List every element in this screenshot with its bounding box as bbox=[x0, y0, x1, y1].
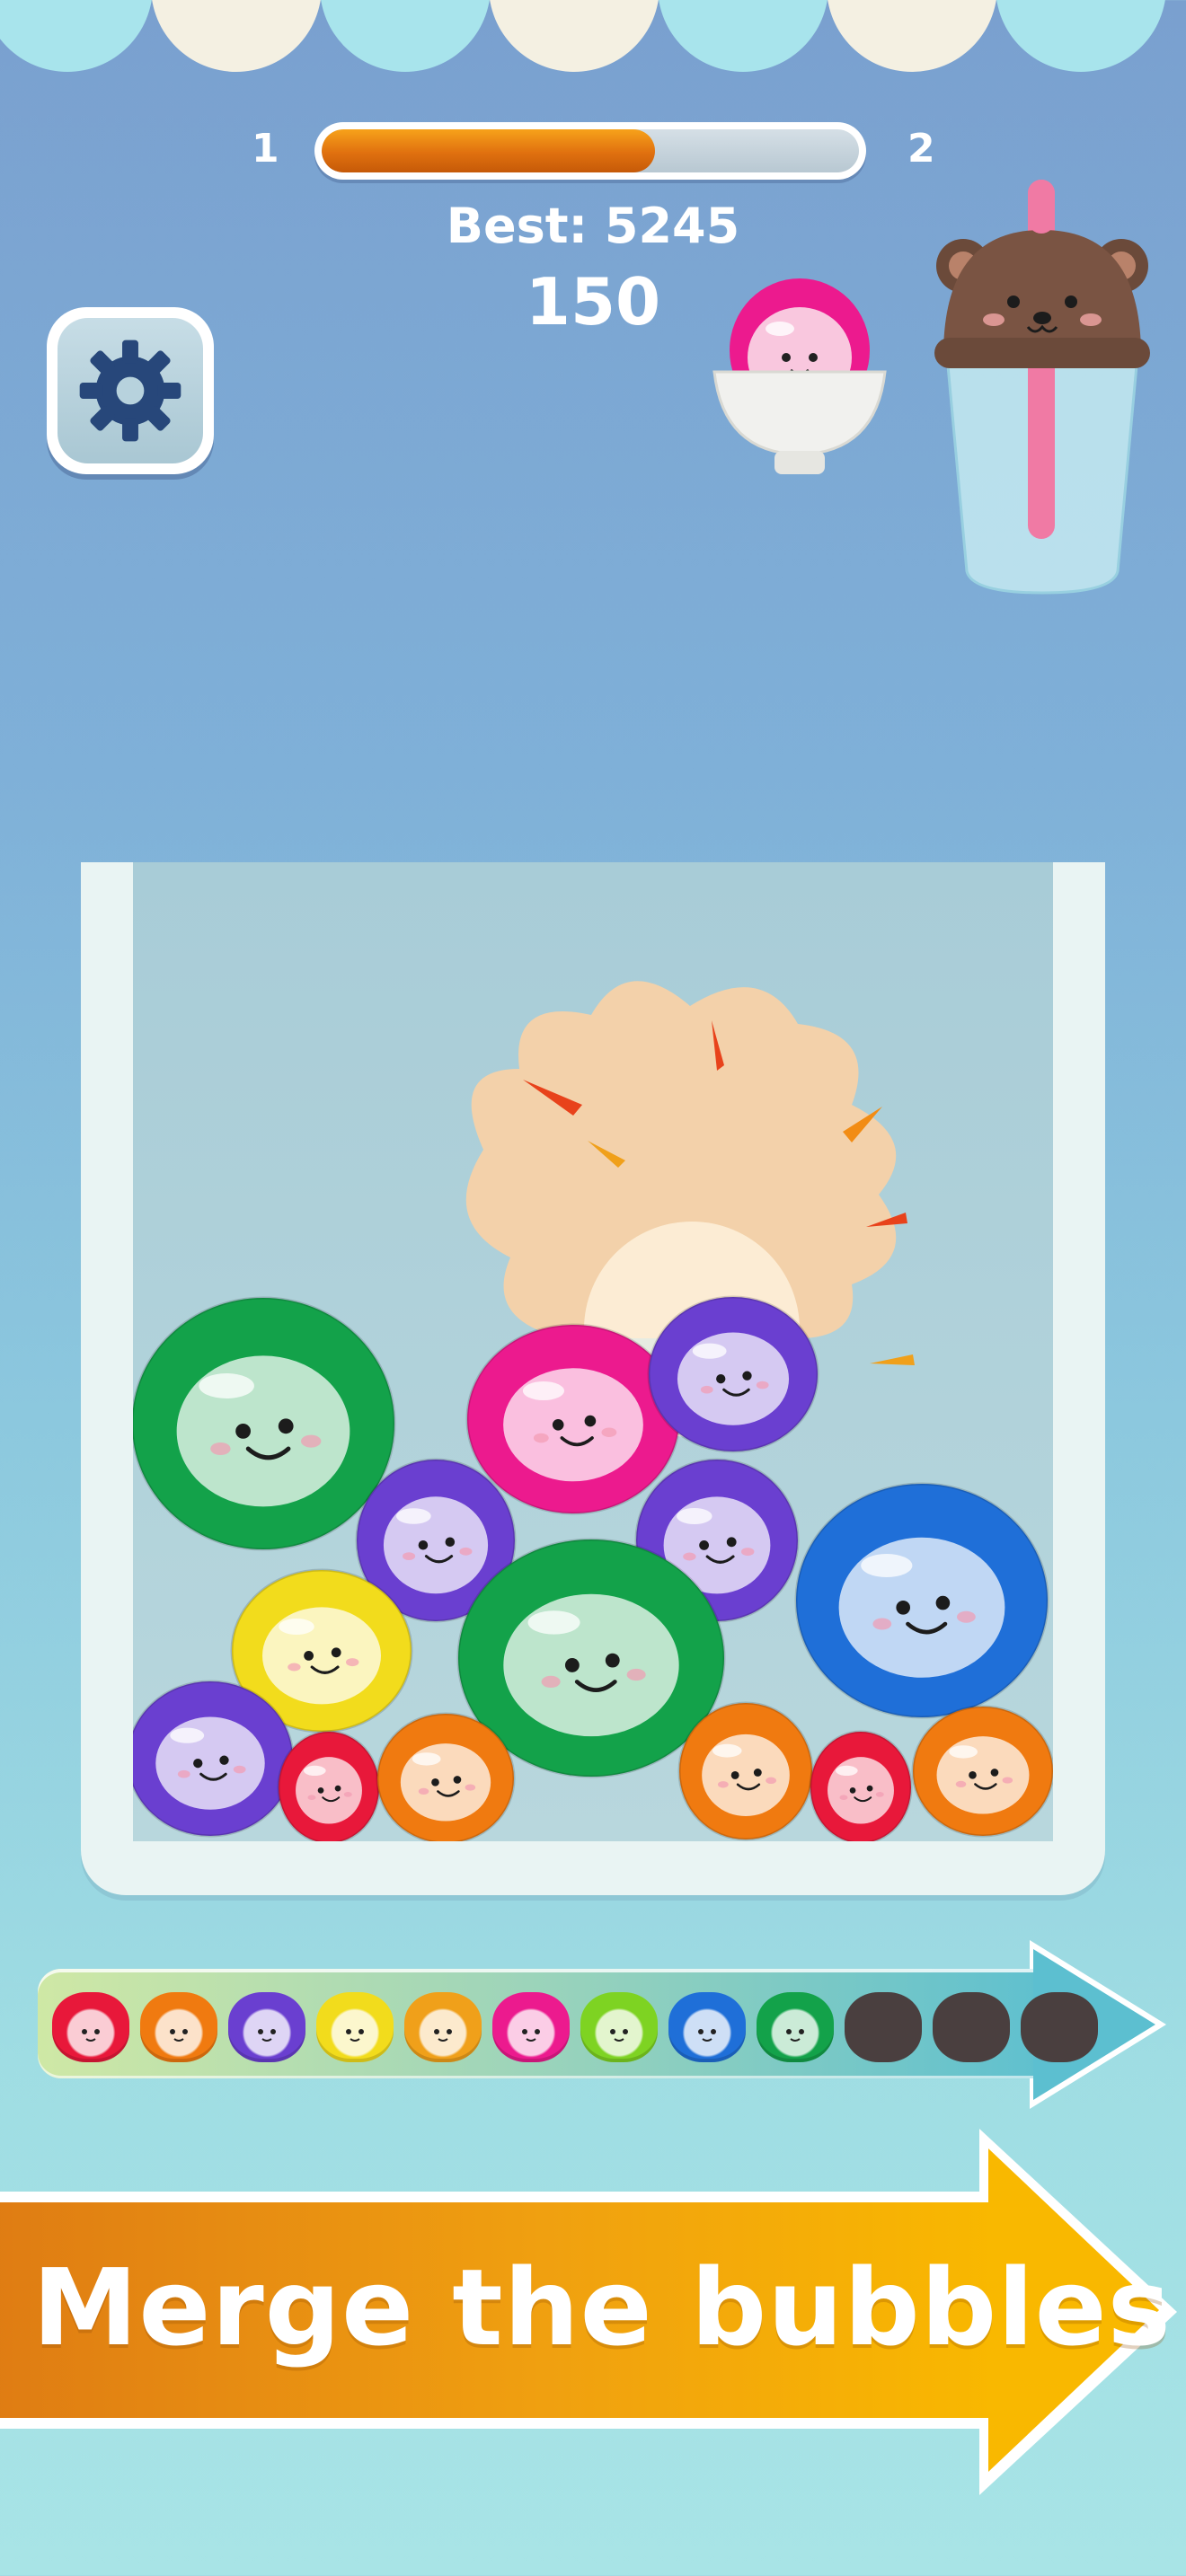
orange-bubble bbox=[911, 1705, 1053, 1838]
play-area-canvas bbox=[133, 981, 1053, 1841]
bubble-slot-yellow bbox=[316, 1992, 394, 2062]
bubble-slot-lime bbox=[580, 1992, 658, 2062]
blue-bubble bbox=[794, 1482, 1049, 1719]
current-level-label: 1 bbox=[252, 126, 279, 172]
banner-title: Merge the bubbles! bbox=[32, 2245, 1186, 2369]
level-progress-fill bbox=[322, 129, 655, 172]
play-area[interactable] bbox=[133, 862, 1053, 1841]
locked-bubble-slot bbox=[845, 1992, 922, 2062]
scallop bbox=[0, 0, 153, 72]
bubble-slot-orange bbox=[140, 1992, 217, 2062]
green-bubble bbox=[133, 1296, 396, 1551]
level-progress-bar bbox=[314, 122, 866, 180]
red-bubble bbox=[809, 1730, 913, 1841]
locked-bubble-slot bbox=[1021, 1992, 1098, 2062]
scallop bbox=[658, 0, 828, 72]
locked-bubble-slot bbox=[933, 1992, 1010, 2062]
bubble-slot-amber bbox=[404, 1992, 482, 2062]
pink-bubble bbox=[465, 1323, 681, 1515]
orange-bubble bbox=[677, 1701, 814, 1841]
scallop bbox=[489, 0, 659, 72]
scallop bbox=[151, 0, 322, 72]
pink-bubble-in-bowl-icon bbox=[712, 278, 887, 474]
gear-icon bbox=[79, 340, 181, 442]
bubble-slot-green bbox=[757, 1992, 834, 2062]
bubble-slot-red bbox=[52, 1992, 129, 2062]
purple-bubble bbox=[133, 1680, 295, 1838]
scallop bbox=[827, 0, 997, 72]
orange-bubble bbox=[376, 1712, 516, 1841]
bubble-slot-blue bbox=[668, 1992, 746, 2062]
scallop bbox=[996, 0, 1166, 72]
purple-bubble bbox=[647, 1295, 819, 1453]
bear-cup-icon bbox=[934, 180, 1150, 595]
bubble-slot-pink bbox=[492, 1992, 570, 2062]
bubble-container[interactable] bbox=[81, 862, 1105, 1895]
scallop bbox=[320, 0, 491, 72]
red-bubble bbox=[277, 1730, 381, 1841]
settings-button[interactable] bbox=[47, 307, 214, 474]
bubble-slot-purple bbox=[228, 1992, 305, 2062]
next-level-label: 2 bbox=[907, 126, 935, 172]
